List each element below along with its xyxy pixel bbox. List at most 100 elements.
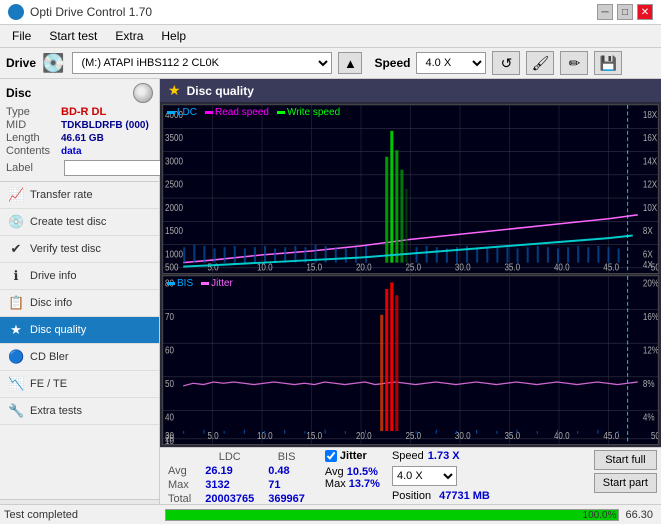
svg-text:40.0: 40.0 (554, 430, 570, 441)
type-value: BD-R DL (61, 106, 106, 118)
chart2-legend: BIS Jitter (167, 278, 233, 289)
svg-text:45.0: 45.0 (603, 430, 619, 441)
svg-text:3000: 3000 (165, 156, 183, 167)
drive-select[interactable]: (M:) ATAPI iHBS112 2 CL0K (72, 52, 332, 74)
legend-write-speed: Write speed (287, 107, 340, 118)
close-button[interactable]: ✕ (637, 4, 653, 20)
sidebar-label-disc-quality: Disc quality (30, 324, 86, 336)
jitter-max-val: 13.7% (349, 478, 380, 490)
chart1-legend: LDC Read speed Write speed (167, 107, 340, 118)
position-label: Position (392, 490, 431, 502)
svg-text:14X: 14X (643, 156, 657, 167)
row-avg-label: Avg (164, 464, 201, 478)
drive-info-icon: ℹ (8, 268, 24, 284)
sidebar-label-extra-tests: Extra tests (30, 405, 82, 417)
legend-read-speed: Read speed (215, 107, 269, 118)
type-label: Type (6, 106, 61, 118)
svg-text:60: 60 (165, 345, 174, 356)
label-label: Label (6, 162, 61, 174)
sidebar-item-drive-info[interactable]: ℹ Drive info (0, 263, 159, 290)
menubar: File Start test Extra Help (0, 25, 661, 48)
speed-select[interactable]: 4.0 X (416, 52, 486, 74)
svg-text:5.0: 5.0 (207, 262, 218, 273)
svg-text:16%: 16% (643, 311, 658, 322)
sidebar-label-drive-info: Drive info (30, 270, 76, 282)
jitter-max-label: Max (325, 478, 346, 490)
sidebar-item-fe-te[interactable]: 📉 FE / TE (0, 371, 159, 398)
mid-value: TDKBLDRFB (000) (61, 120, 149, 131)
start-full-button[interactable]: Start full (594, 450, 657, 470)
refresh-button[interactable]: ↺ (492, 51, 520, 75)
svg-text:12X: 12X (643, 179, 657, 190)
sidebar-label-create-test-disc: Create test disc (30, 216, 106, 228)
sidebar-item-create-test-disc[interactable]: 💿 Create test disc (0, 209, 159, 236)
contents-label: Contents (6, 145, 61, 157)
speed-label: Speed (374, 56, 410, 70)
jitter-avg-val: 10.5% (347, 466, 378, 478)
menu-file[interactable]: File (4, 27, 39, 45)
action-buttons: Start full Start part (594, 450, 657, 493)
statusbar: Test completed 100.0% 66.30 (0, 504, 661, 524)
svg-text:18X: 18X (643, 109, 657, 120)
sidebar-item-cd-bler[interactable]: 🔵 CD Bler (0, 344, 159, 371)
svg-text:16X: 16X (643, 132, 657, 143)
length-label: Length (6, 132, 61, 144)
chart1: LDC Read speed Write speed (162, 104, 659, 274)
edit-button[interactable]: ✏ (560, 51, 588, 75)
disc-icon (133, 83, 153, 103)
extra-tests-icon: 🔧 (8, 403, 24, 419)
chart-area: LDC Read speed Write speed (160, 102, 661, 447)
content-header: ★ Disc quality (160, 79, 661, 102)
maximize-button[interactable]: □ (617, 4, 633, 20)
start-part-button[interactable]: Start part (594, 473, 657, 493)
avg-bis: 0.48 (264, 464, 315, 478)
save-button[interactable]: 💾 (594, 51, 622, 75)
progress-bar: 100.0% (165, 509, 619, 521)
max-ldc: 3132 (201, 478, 264, 492)
svg-text:35.0: 35.0 (504, 430, 520, 441)
sidebar-label-disc-info: Disc info (30, 297, 72, 309)
eject-button[interactable]: ▲ (338, 52, 362, 74)
svg-text:20%: 20% (643, 277, 658, 288)
row-max-label: Max (164, 478, 201, 492)
progress-bar-fill (166, 510, 618, 520)
sidebar-nav: 📈 Transfer rate 💿 Create test disc ✔ Ver… (0, 182, 159, 499)
status-right-value: 66.30 (625, 509, 657, 521)
svg-text:15.0: 15.0 (306, 430, 322, 441)
menu-extra[interactable]: Extra (107, 27, 151, 45)
svg-text:2500: 2500 (165, 179, 183, 190)
sidebar-item-disc-quality[interactable]: ★ Disc quality (0, 317, 159, 344)
menu-help[interactable]: Help (153, 27, 194, 45)
jitter-section: Jitter Avg 10.5% Max 13.7% (325, 450, 380, 490)
cd-bler-icon: 🔵 (8, 349, 24, 365)
disc-quality-icon: ★ (8, 322, 24, 338)
chart1-svg: 4000 3500 3000 2500 2000 1500 1000 500 1… (163, 105, 658, 273)
svg-text:25.0: 25.0 (405, 262, 421, 273)
svg-text:10: 10 (165, 435, 174, 444)
disc-header-label: Disc (6, 86, 31, 100)
svg-text:40: 40 (165, 412, 174, 423)
svg-text:45.0: 45.0 (603, 262, 619, 273)
sidebar-item-transfer-rate[interactable]: 📈 Transfer rate (0, 182, 159, 209)
content-title: Disc quality (187, 84, 254, 98)
jitter-label: Jitter (340, 450, 367, 462)
svg-text:40.0: 40.0 (554, 262, 570, 273)
contents-value: data (61, 146, 82, 157)
legend-ldc: LDC (177, 107, 197, 118)
speed-value: 1.73 X (428, 450, 460, 462)
svg-text:5.0: 5.0 (207, 430, 218, 441)
paint-button[interactable]: 🖌 (526, 51, 554, 75)
fe-te-icon: 📉 (8, 376, 24, 392)
sidebar-item-extra-tests[interactable]: 🔧 Extra tests (0, 398, 159, 425)
sidebar-item-disc-info[interactable]: 📋 Disc info (0, 290, 159, 317)
max-bis: 71 (264, 478, 315, 492)
stats-table: LDC BIS Avg 26.19 0.48 Max 3132 71 (164, 450, 315, 506)
sidebar-label-cd-bler: CD Bler (30, 351, 69, 363)
svg-text:20.0: 20.0 (356, 262, 372, 273)
minimize-button[interactable]: ─ (597, 4, 613, 20)
speed-dropdown-select[interactable]: 4.0 X (392, 466, 457, 486)
menu-start-test[interactable]: Start test (41, 27, 105, 45)
jitter-checkbox[interactable] (325, 450, 337, 462)
svg-text:50: 50 (165, 378, 174, 389)
sidebar-item-verify-test-disc[interactable]: ✔ Verify test disc (0, 236, 159, 263)
